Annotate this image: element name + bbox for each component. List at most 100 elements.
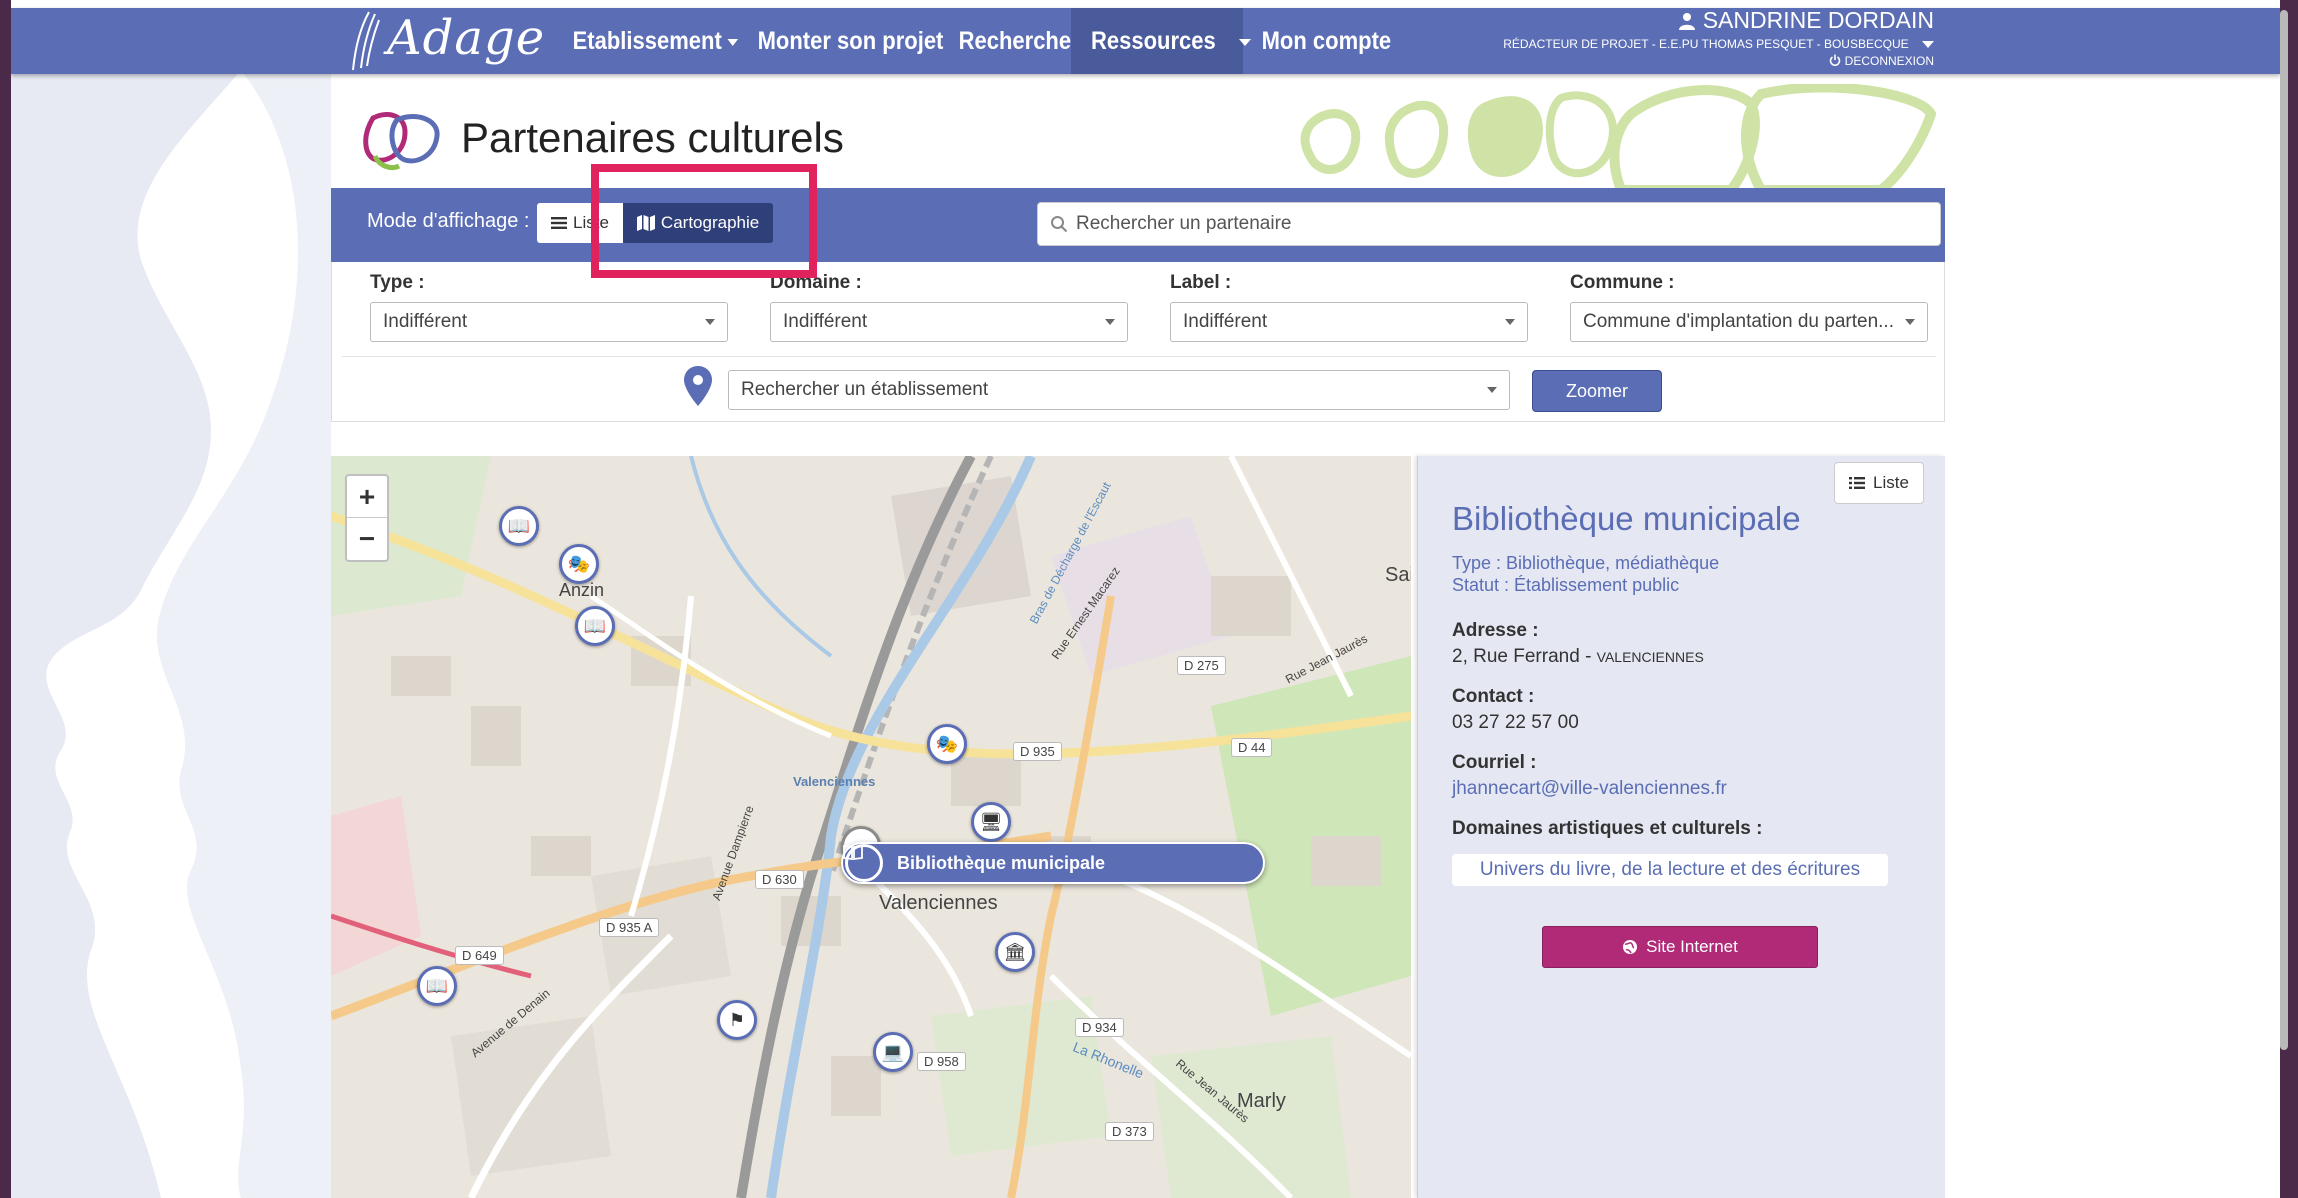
partner-type: Type : Bibliothèque, médiathèque xyxy=(1452,553,1720,573)
map-marker-media[interactable]: 💻 xyxy=(873,1032,913,1072)
nav-ressources[interactable]: Ressources xyxy=(1071,8,1251,74)
book-icon: 📖 xyxy=(583,615,607,636)
address-city: VALENCIENNES xyxy=(1596,649,1704,665)
display-mode-bar: Mode d'affichage : Liste Cartographie Re… xyxy=(331,188,1945,262)
partner-status: Statut : Établissement public xyxy=(1452,575,1680,595)
road-badge: D 935 xyxy=(1013,742,1062,761)
selected-partner-popup[interactable]: Bibliothèque municipale xyxy=(841,842,1265,884)
road-badge: D 275 xyxy=(1177,656,1226,675)
filter-domaine-select[interactable]: Indifférent xyxy=(770,302,1128,342)
nav-monter-son-projet[interactable]: Monter son projet xyxy=(740,8,961,74)
power-icon xyxy=(1830,54,1841,66)
user-role-row: RÉDACTEUR DE PROJET - E.E.PU THOMAS PESQ… xyxy=(1503,36,1934,52)
map-marker-library[interactable]: 📖 xyxy=(499,506,539,546)
map-marker-theatre[interactable]: 🎭 xyxy=(927,724,967,764)
book-icon xyxy=(843,844,883,882)
museum-icon: 🏛 xyxy=(1003,941,1027,962)
nav-mon-compte[interactable]: Mon compte xyxy=(1244,8,1409,74)
map-marker-theatre[interactable]: 🎭 xyxy=(559,544,599,584)
road-badge: D 934 xyxy=(1075,1018,1124,1037)
map-marker-library[interactable]: 📖 xyxy=(417,966,457,1006)
email-label: Courriel : xyxy=(1452,752,1537,773)
partner-search-input[interactable]: Rechercher un partenaire xyxy=(1037,202,1941,246)
top-navbar: Adage Etablissement Monter son projet Re… xyxy=(11,8,2280,74)
filter-domaine-label: Domaine : xyxy=(770,272,862,293)
filter-commune-value: Commune d'implantation du parten... xyxy=(1583,311,1894,332)
road-badge: D 958 xyxy=(917,1052,966,1071)
page-scrollbar[interactable] xyxy=(2280,10,2288,1050)
website-button-label: Site Internet xyxy=(1646,937,1738,956)
map-marker-media[interactable]: 🖥 xyxy=(971,802,1011,842)
etablissement-select[interactable]: Rechercher un établissement xyxy=(728,370,1510,410)
domains-label: Domaines artistiques et culturels : xyxy=(1452,818,1763,839)
address-street: 2, Rue Ferrand - xyxy=(1452,646,1597,667)
map-zoom-out-button[interactable]: − xyxy=(347,518,387,560)
user-menu[interactable]: SANDRINE DORDAIN RÉDACTEUR DE PROJET - E… xyxy=(1503,8,1934,69)
logo-feather-icon xyxy=(352,11,380,71)
map-marker-museum[interactable]: 🏛 xyxy=(995,932,1035,972)
back-to-list-button[interactable]: Liste xyxy=(1834,462,1924,504)
dropdown-arrow-icon xyxy=(705,319,715,325)
filter-label-value: Indifférent xyxy=(1183,311,1268,332)
map-zoom-control: + − xyxy=(345,474,389,562)
display-mode-label: Mode d'affichage : xyxy=(367,210,530,232)
app-window: Adage Etablissement Monter son projet Re… xyxy=(11,0,2280,1198)
map-zoom-in-button[interactable]: + xyxy=(347,476,387,518)
map-place-label: Sai xyxy=(1385,564,1411,586)
laptop-icon: 💻 xyxy=(881,1041,905,1062)
map-place-label: Valenciennes xyxy=(879,892,998,914)
user-role: RÉDACTEUR DE PROJET - E.E.PU THOMAS PESQ… xyxy=(1503,37,1909,51)
partners-logo-icon xyxy=(363,112,440,171)
face-silhouette-decoration xyxy=(11,70,331,1198)
dropdown-arrow-icon xyxy=(1487,387,1497,393)
zoom-button[interactable]: Zoomer xyxy=(1532,370,1662,412)
filter-commune: Commune : Commune d'implantation du part… xyxy=(1570,272,1928,342)
logout-label: DECONNEXION xyxy=(1844,54,1934,68)
etablissement-placeholder: Rechercher un établissement xyxy=(741,379,989,400)
road-badge: D 630 xyxy=(755,870,804,889)
email-link[interactable]: jhannecart@ville-valenciennes.fr xyxy=(1452,778,1727,800)
partner-meta: Type : Bibliothèque, médiathèque Statut … xyxy=(1452,552,1719,596)
logo-text: Adage xyxy=(387,10,546,66)
filters-panel: Type : Indifférent Domaine : Indifférent… xyxy=(331,262,1945,422)
filter-commune-select[interactable]: Commune d'implantation du parten... xyxy=(1570,302,1928,342)
filter-label-label: Label : xyxy=(1170,272,1232,293)
nav-monter-label: Monter son projet xyxy=(757,27,944,55)
map-place-label: Valenciennes xyxy=(793,774,876,789)
user-name-row: SANDRINE DORDAIN xyxy=(1503,8,1934,32)
popup-title: Bibliothèque municipale xyxy=(897,852,1106,873)
chevron-down-icon xyxy=(1922,41,1934,49)
flag-icon: ⚑ xyxy=(728,1009,746,1030)
list-icon xyxy=(551,217,567,229)
dropdown-arrow-icon xyxy=(1905,319,1915,325)
dropdown-arrow-icon xyxy=(1505,319,1515,325)
theatre-masks-icon: 🎭 xyxy=(567,553,591,574)
partner-detail-panel: Liste Bibliothèque municipale Type : Bib… xyxy=(1417,456,1945,1198)
map-marker-library[interactable]: 📖 xyxy=(575,606,615,646)
filter-domaine-value: Indifférent xyxy=(783,311,868,332)
map-pin-icon xyxy=(684,366,712,406)
partner-name: Bibliothèque municipale xyxy=(1452,500,1801,537)
filter-domaine: Domaine : Indifférent xyxy=(770,272,1128,342)
filters-divider xyxy=(342,356,1936,357)
list-icon xyxy=(1849,477,1865,489)
filter-type-select[interactable]: Indifférent xyxy=(370,302,728,342)
nav-etablissement[interactable]: Etablissement xyxy=(555,8,755,74)
nav-ressources-label: Ressources xyxy=(1091,27,1216,55)
book-icon: 📖 xyxy=(425,975,449,996)
logout-link[interactable]: DECONNEXION xyxy=(1503,53,1934,69)
partners-map[interactable]: + − Anzin Valenciennes Marly Sai Valenci… xyxy=(331,456,1411,1198)
back-to-list-label: Liste xyxy=(1873,473,1909,492)
map-marker-flag[interactable]: ⚑ xyxy=(717,1000,757,1040)
website-button[interactable]: Site Internet xyxy=(1542,926,1818,968)
theatre-masks-icon: 🎭 xyxy=(935,733,959,754)
filter-label-select[interactable]: Indifférent xyxy=(1170,302,1528,342)
book-icon: 📖 xyxy=(507,515,531,536)
chevron-down-icon xyxy=(727,38,738,46)
user-name: SANDRINE DORDAIN xyxy=(1702,7,1934,33)
road-badge: D 373 xyxy=(1105,1122,1154,1141)
filter-commune-label: Commune : xyxy=(1570,272,1675,293)
adage-logo[interactable]: Adage xyxy=(337,8,544,74)
filter-type-value: Indifférent xyxy=(383,311,468,332)
address-value: 2, Rue Ferrand - VALENCIENNES xyxy=(1452,646,1704,668)
